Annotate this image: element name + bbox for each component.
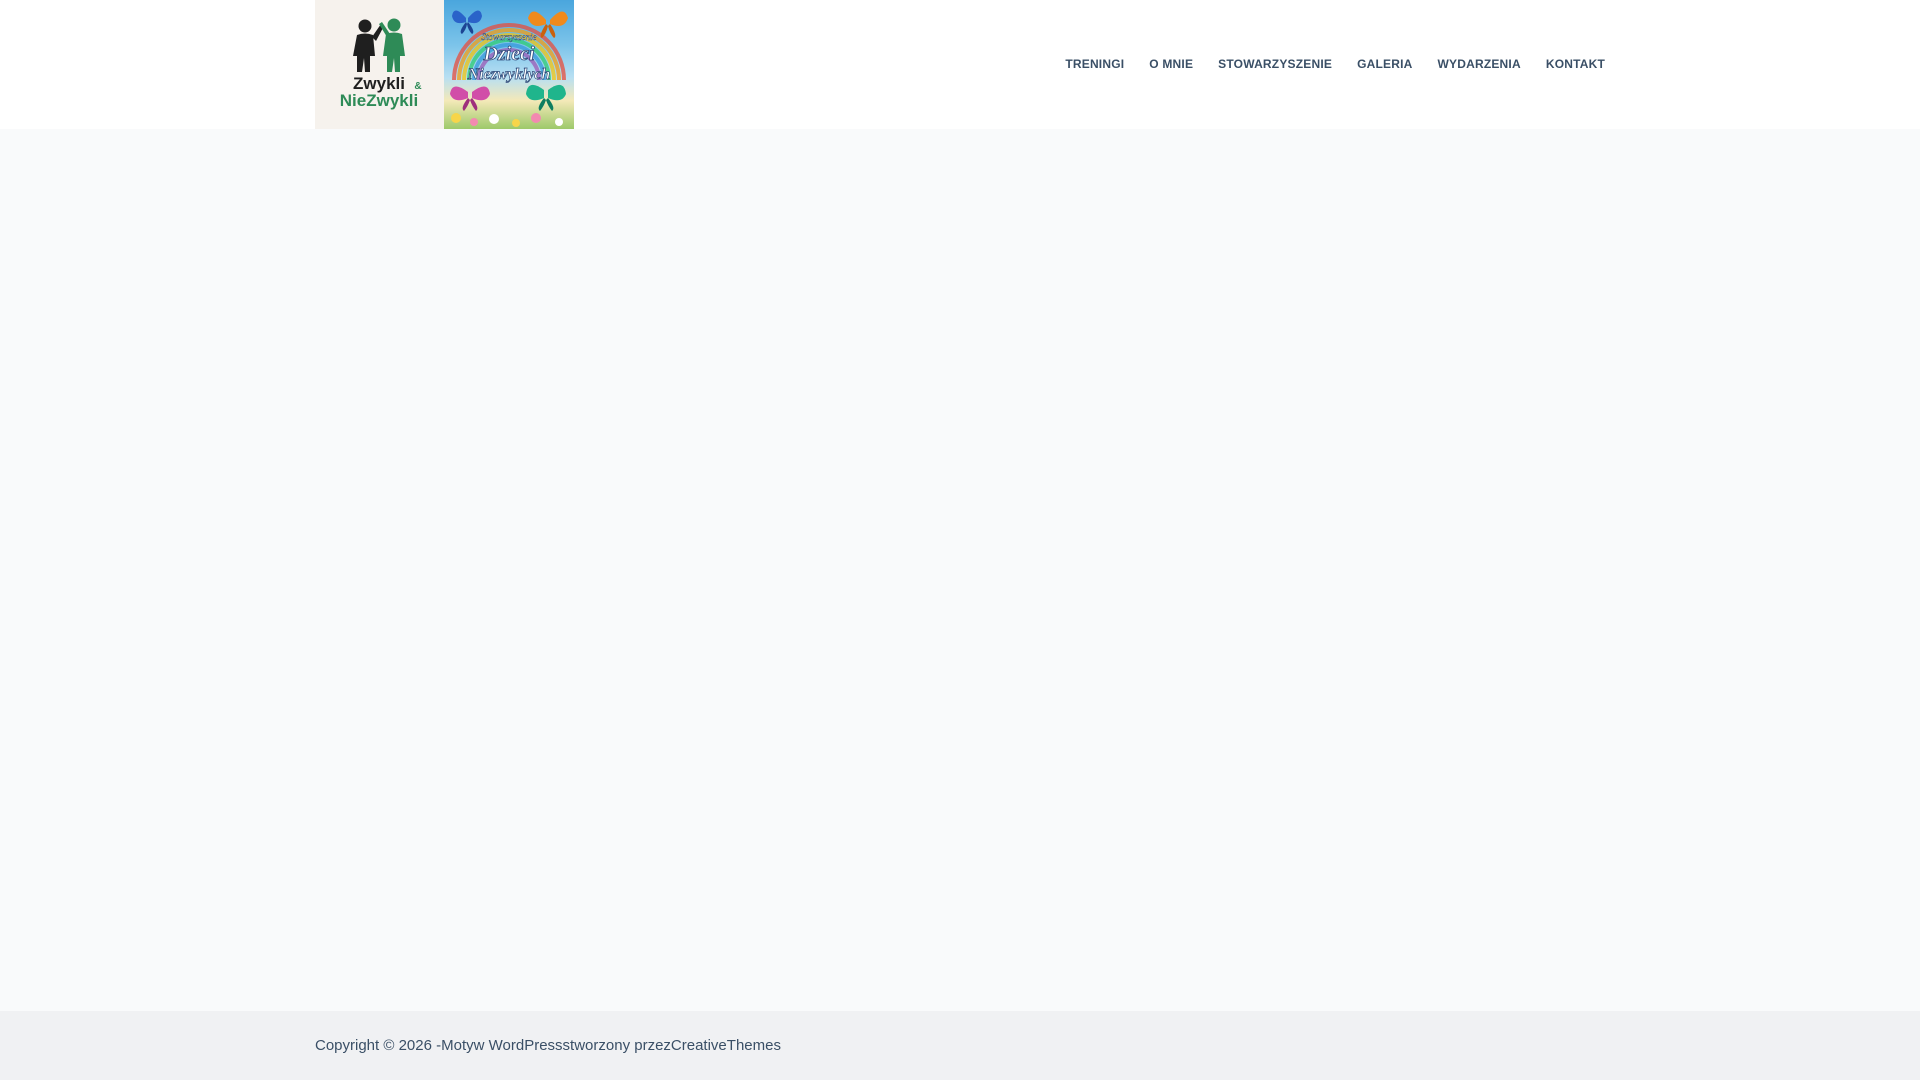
- site-footer: Copyright © 2026 - Motyw WordPress stwor…: [0, 1011, 1920, 1080]
- two-figures-icon: Zwykli & NieZwykli: [340, 18, 422, 110]
- logo-right-line2: Dzieci: [482, 43, 535, 65]
- logo-right-line3: Niezwykłych: [467, 66, 551, 83]
- dzieci-niezwyklych-logo: Stowarzyszenie Dzieci Niezwykłych: [444, 0, 574, 129]
- nav-item-galeria[interactable]: GALERIA: [1357, 0, 1412, 129]
- nav-item-wydarzenia[interactable]: WYDARZENIA: [1438, 0, 1521, 129]
- nav-item-o-mnie[interactable]: O MNIE: [1149, 0, 1193, 129]
- zwykli-niezwykli-logo: Zwykli & NieZwykli: [315, 0, 444, 129]
- header-container: Zwykli & NieZwykli Stowarzyszenie Dzieci…: [315, 0, 1605, 129]
- nav-item-stowarzyszenie[interactable]: STOWARZYSZENIE: [1218, 0, 1332, 129]
- logo-right-line1: Stowarzyszenie: [482, 32, 537, 42]
- creativethemes-link[interactable]: CreativeThemes: [671, 1037, 781, 1054]
- logo-line2: NieZwykli: [340, 91, 418, 110]
- butterfly-icon: [450, 86, 490, 111]
- site-logo-link[interactable]: Zwykli & NieZwykli Stowarzyszenie Dzieci…: [315, 0, 574, 129]
- copyright-prefix: Copyright © 2026 -: [315, 1037, 442, 1054]
- footer-copyright: Copyright © 2026 - Motyw WordPress stwor…: [315, 1011, 781, 1080]
- created-by-text: stworzony przez: [562, 1037, 671, 1054]
- butterfly-icon: [452, 10, 482, 34]
- butterfly-rainbow-illustration: Stowarzyszenie Dzieci Niezwykłych: [450, 10, 568, 127]
- butterfly-icon: [526, 84, 566, 111]
- main-navigation: TRENINGI O MNIE STOWARZYSZENIE GALERIA W…: [1065, 0, 1605, 129]
- wordpress-theme-link[interactable]: Motyw WordPress: [441, 1037, 562, 1054]
- nav-item-kontakt[interactable]: KONTAKT: [1546, 0, 1605, 129]
- nav-item-treningi[interactable]: TRENINGI: [1065, 0, 1124, 129]
- site-header: Zwykli & NieZwykli Stowarzyszenie Dzieci…: [0, 0, 1920, 129]
- main-content-area: [0, 129, 1920, 1011]
